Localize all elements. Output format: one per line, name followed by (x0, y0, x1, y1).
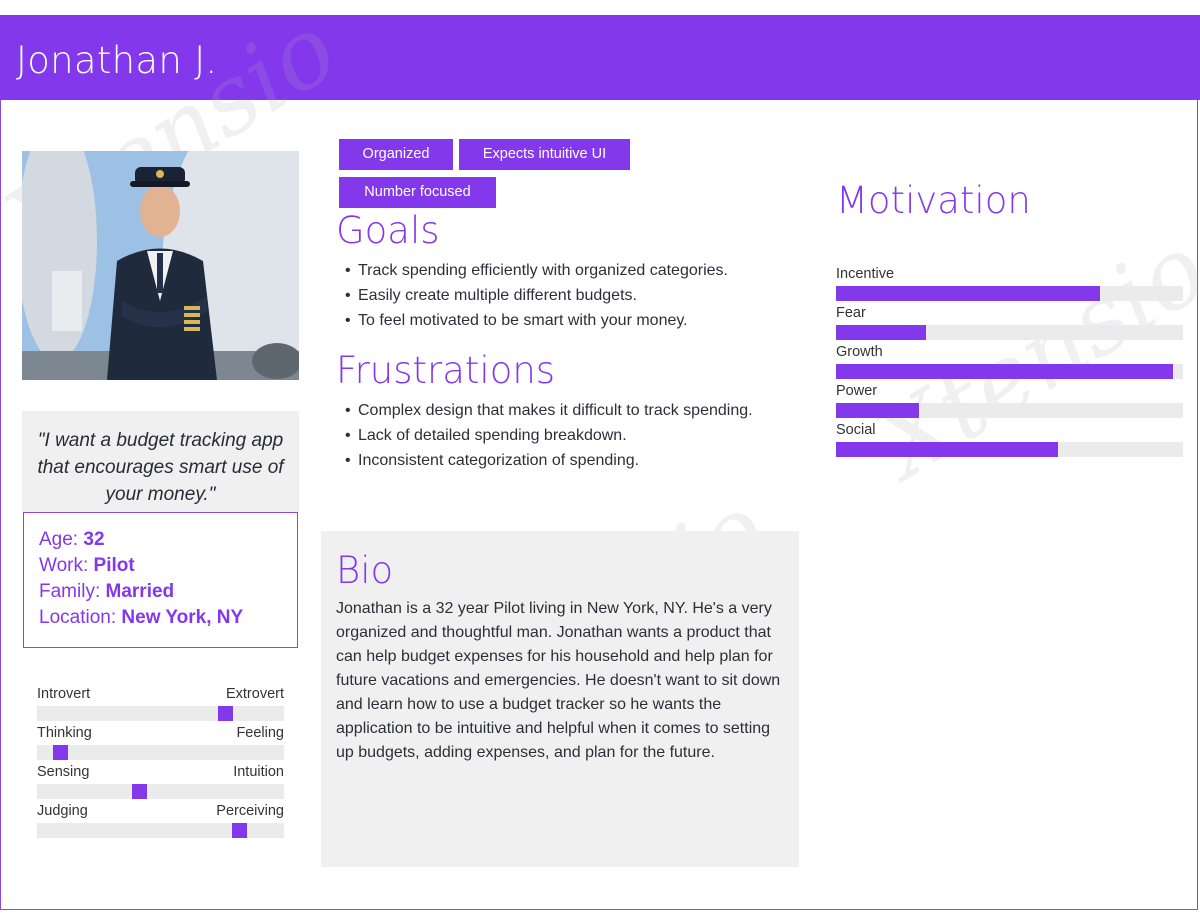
trait-judging-perceiving: Judging Perceiving (37, 803, 284, 838)
motivation-label: Social (836, 422, 876, 438)
trait-slider-track (37, 784, 284, 799)
info-family: Family: Married (39, 579, 297, 605)
goals-title: Goals (336, 209, 440, 252)
list-item: Complex design that makes it difficult t… (345, 398, 758, 423)
bio-text: Jonathan is a 32 year Pilot living in Ne… (336, 600, 781, 761)
info-work: Work: Pilot (39, 553, 297, 579)
trait-right-label: Perceiving (216, 803, 284, 819)
motivation-power: Power (836, 383, 1183, 418)
persona-photo (22, 151, 299, 380)
list-item: Lack of detailed spending breakdown. (345, 423, 758, 448)
motivation-bar-fill (836, 325, 927, 340)
persona-name: Jonathan J. (16, 39, 218, 82)
info-work-value: Pilot (93, 555, 135, 576)
motivation-bar-fill (836, 403, 920, 418)
info-age-label: Age: (39, 529, 79, 550)
info-age-value: 32 (83, 529, 105, 550)
motivation-bar-track (836, 286, 1183, 301)
info-work-label: Work: (39, 555, 89, 576)
bio-title: Bio (336, 549, 394, 592)
trait-left-label: Introvert (37, 686, 91, 702)
goals-list: Track spending efficiently with organize… (336, 258, 818, 333)
motivation-label: Growth (836, 344, 883, 360)
trait-slider-knob (218, 706, 233, 721)
trait-sensing-intuition: Sensing Intuition (37, 764, 284, 799)
trait-thinking-feeling: Thinking Feeling (37, 725, 284, 760)
header-bar: Jonathan J. (0, 15, 1200, 100)
list-item: To feel motivated to be smart with your … (345, 308, 818, 333)
trait-slider-knob (132, 784, 147, 799)
trait-introvert-extrovert: Introvert Extrovert (37, 686, 284, 721)
motivation-bar-track (836, 325, 1183, 340)
trait-right-label: Extrovert (225, 686, 284, 702)
motivation-bar-fill (836, 364, 1173, 379)
motivation-incentive: Incentive (836, 266, 1183, 301)
motivation-label: Incentive (836, 266, 895, 282)
motivation-bar-track (836, 364, 1183, 379)
motivation-bar-track (836, 403, 1183, 418)
list-item: Easily create multiple different budgets… (345, 283, 818, 308)
tag-number-focused: Number focused (339, 177, 496, 208)
tag-expects-intuitive-ui: Expects intuitive UI (459, 139, 630, 170)
frustrations-title: Frustrations (336, 349, 556, 392)
motivation-bar-fill (836, 286, 1100, 301)
info-family-label: Family: (39, 581, 101, 602)
trait-slider-knob (53, 745, 68, 760)
motivation-growth: Growth (836, 344, 1183, 379)
info-location-label: Location: (39, 607, 117, 628)
trait-left-label: Judging (37, 803, 88, 819)
info-location-value: New York, NY (121, 607, 244, 628)
pilot-photo-illustration (22, 151, 299, 380)
trait-slider-track (37, 745, 284, 760)
motivation-title: Motivation (836, 179, 1031, 222)
info-location: Location: New York, NY (39, 605, 297, 631)
list-item: Track spending efficiently with organize… (345, 258, 818, 283)
trait-right-label: Intuition (233, 764, 284, 780)
info-family-value: Married (105, 581, 175, 602)
motivation-bar-track (836, 442, 1183, 457)
motivation-social: Social (836, 422, 1183, 457)
trait-slider-track (37, 706, 284, 721)
trait-left-label: Sensing (37, 764, 90, 780)
persona-quote: "I want a budget tracking app that encou… (22, 411, 299, 512)
trait-left-label: Thinking (37, 725, 92, 741)
trait-slider-knob (232, 823, 247, 838)
trait-right-label: Feeling (236, 725, 284, 741)
list-item: Inconsistent categorization of spending. (345, 448, 758, 473)
motivation-label: Power (836, 383, 878, 399)
motivation-label: Fear (836, 305, 866, 321)
trait-slider-track (37, 823, 284, 838)
motivation-bar-fill (836, 442, 1059, 457)
motivation-fear: Fear (836, 305, 1183, 340)
frustrations-list: Complex design that makes it difficult t… (336, 398, 758, 473)
tag-organized: Organized (339, 139, 453, 170)
info-age: Age: 32 (39, 527, 297, 553)
persona-info-box: Age: 32 Work: Pilot Family: Married Loca… (23, 512, 298, 648)
